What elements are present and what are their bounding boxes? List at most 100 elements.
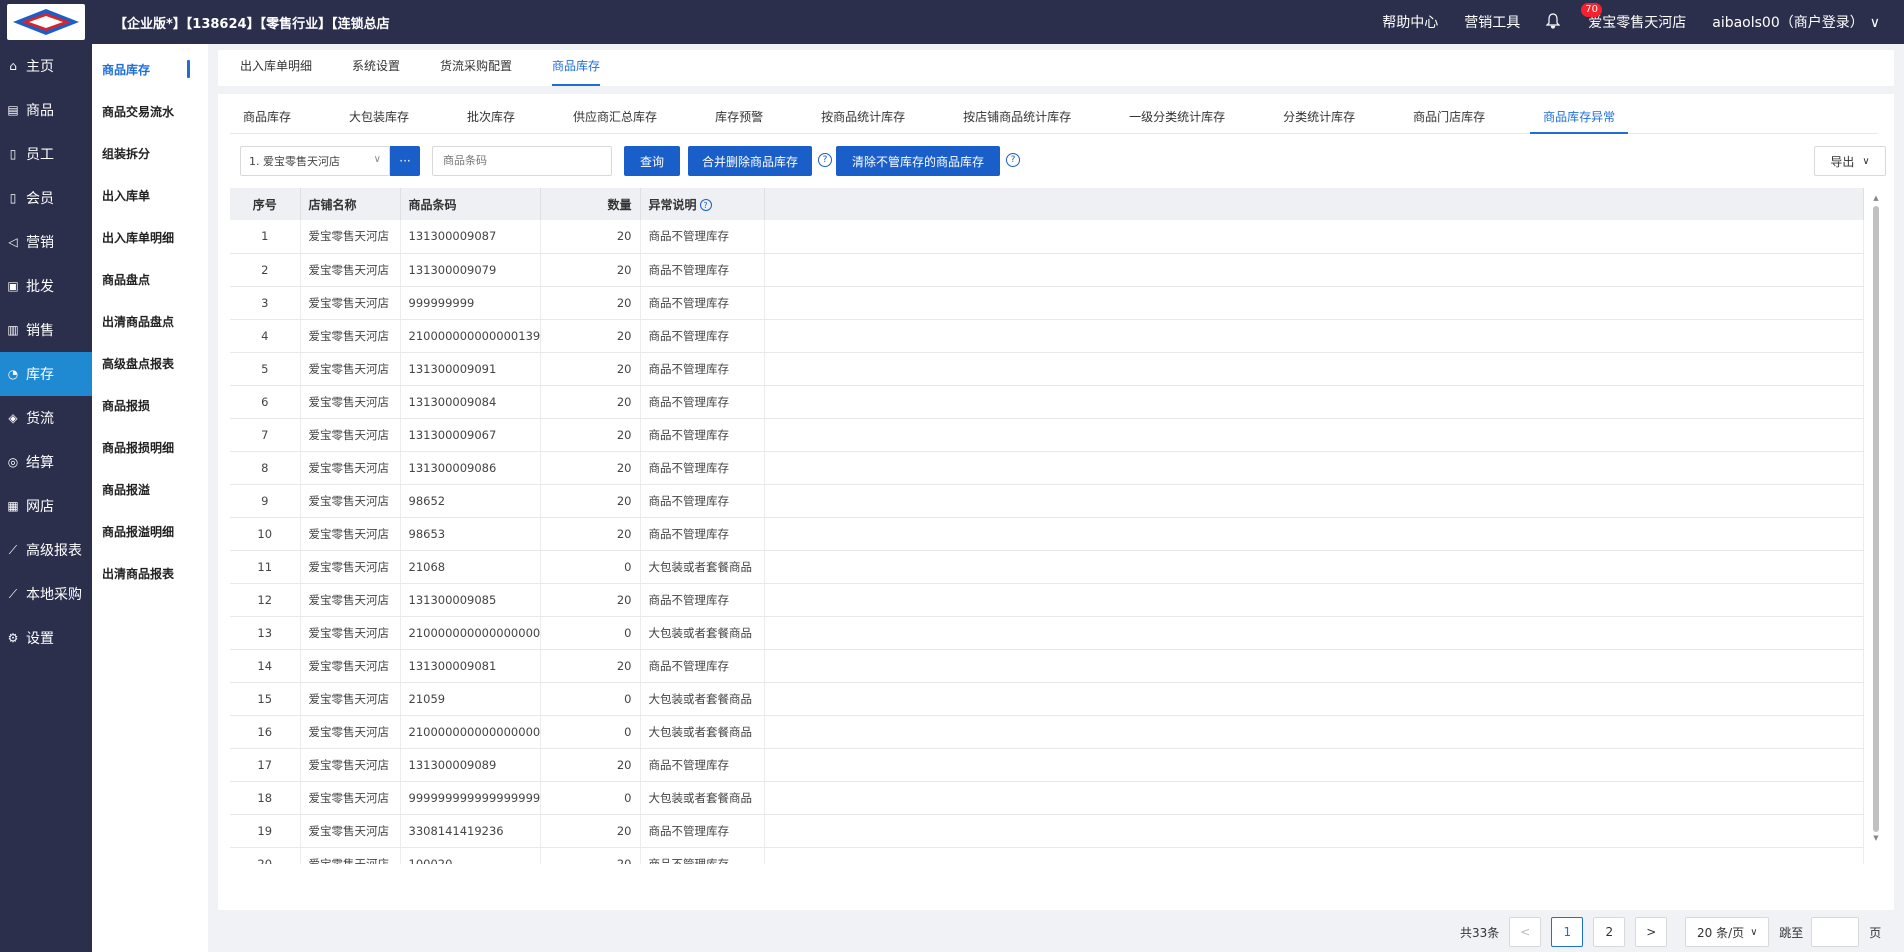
jump-page-input[interactable] — [1811, 917, 1860, 947]
table-row[interactable]: 10 爱宝零售天河店 98653 20 商品不管理库存 — [230, 517, 1864, 551]
table-row[interactable]: 20 爱宝零售天河店 100020 20 商品不管理库存 — [230, 847, 1864, 864]
sidebar-item-7[interactable]: ◔ 库存 — [0, 352, 92, 396]
sidebar-item-4[interactable]: ◁ 营销 — [0, 220, 92, 264]
sidebar-item-1[interactable]: ▤ 商品 — [0, 88, 92, 132]
table-row[interactable]: 4 爱宝零售天河店 210000000000000139 20 商品不管理库存 — [230, 319, 1864, 353]
row-quantity: 20 — [540, 847, 641, 864]
submenu-item[interactable]: 出清商品报表 — [92, 552, 208, 594]
sidebar-item-6[interactable]: ▥ 销售 — [0, 308, 92, 352]
sidebar-item-8[interactable]: ◈ 货流 — [0, 396, 92, 440]
page-tab[interactable]: 商品库存 — [552, 50, 601, 86]
sub-tab[interactable]: 供应商汇总库存 — [560, 100, 670, 133]
sub-tab[interactable]: 一级分类统计库存 — [1116, 100, 1238, 133]
sidebar-item-9[interactable]: ◎ 结算 — [0, 440, 92, 484]
help-center-link[interactable]: 帮助中心 — [1382, 12, 1438, 32]
clear-unmanaged-button[interactable]: 清除不管库存的商品库存 — [836, 146, 1000, 176]
table-row[interactable]: 17 爱宝零售天河店 131300009089 20 商品不管理库存 — [230, 748, 1864, 782]
table-row[interactable]: 6 爱宝零售天河店 131300009084 20 商品不管理库存 — [230, 385, 1864, 419]
scroll-up-arrow-icon[interactable]: ▲ — [1872, 194, 1880, 202]
table-row[interactable]: 16爱宝零售天河店21000000000000000000000030大包装或者… — [230, 715, 1864, 749]
notification-bell-icon[interactable]: 70 — [1545, 3, 1602, 31]
submenu-item[interactable]: 商品交易流水 — [92, 90, 208, 132]
scroll-thumb[interactable] — [1873, 206, 1879, 832]
store-select[interactable]: 1. 爱宝零售天河店 ∨ — [240, 146, 390, 176]
row-index: 3 — [230, 286, 301, 320]
row-index: 2 — [230, 253, 301, 287]
settlement-icon: ◎ — [7, 455, 19, 469]
submenu-item[interactable]: 出清商品盘点 — [92, 300, 208, 342]
sidebar-item-13[interactable]: ⚙ 设置 — [0, 616, 92, 660]
submenu-item[interactable]: 商品报损 — [92, 384, 208, 426]
table-row[interactable]: 12 爱宝零售天河店 131300009085 20 商品不管理库存 — [230, 583, 1864, 617]
sidebar-item-11[interactable]: ⟋ 高级报表 — [0, 528, 92, 572]
page-2-button[interactable]: 2 — [1593, 917, 1626, 947]
table-row[interactable]: 5 爱宝零售天河店 131300009091 20 商品不管理库存 — [230, 352, 1864, 386]
table-row[interactable]: 1 爱宝零售天河店 131300009087 20 商品不管理库存 — [230, 220, 1864, 254]
store-more-button[interactable]: ··· — [390, 146, 420, 176]
table-row[interactable]: 15 爱宝零售天河店 21059 0 大包装或者套餐商品 — [230, 682, 1864, 716]
submenu-item[interactable]: 商品报溢明细 — [92, 510, 208, 552]
sub-tab[interactable]: 商品库存异常 — [1530, 100, 1629, 134]
shop-icon: ▦ — [7, 499, 19, 513]
table-row[interactable]: 19 爱宝零售天河店 3308141419236 20 商品不管理库存 — [230, 814, 1864, 848]
clear-help-icon[interactable]: ? — [1006, 153, 1020, 167]
sidebar-item-2[interactable]: ▯ 员工 — [0, 132, 92, 176]
submenu-item[interactable]: 出入库单 — [92, 174, 208, 216]
scroll-down-arrow-icon[interactable]: ▼ — [1872, 834, 1880, 842]
submenu-item[interactable]: 组装拆分 — [92, 132, 208, 174]
submenu-item[interactable]: 高级盘点报表 — [92, 342, 208, 384]
table-row[interactable]: 9 爱宝零售天河店 98652 20 商品不管理库存 — [230, 484, 1864, 518]
sub-tab[interactable]: 商品库存 — [230, 100, 304, 133]
barcode-input[interactable] — [432, 146, 612, 176]
table-scrollbar[interactable]: ▲ ▼ — [1872, 194, 1880, 842]
submenu-item[interactable]: 商品报损明细 — [92, 426, 208, 468]
sidebar-item-5[interactable]: ▣ 批发 — [0, 264, 92, 308]
page-tab[interactable]: 货流采购配置 — [440, 50, 512, 86]
sidebar-item-12[interactable]: ⟋ 本地采购 — [0, 572, 92, 616]
row-barcode: 131300009089 — [400, 748, 541, 782]
page-1-button[interactable]: 1 — [1551, 917, 1584, 947]
user-menu[interactable]: aibaols00（商户登录） ∨ — [1712, 12, 1880, 32]
aibao-logo[interactable] — [0, 0, 92, 44]
sub-tab[interactable]: 库存预警 — [702, 100, 776, 133]
row-index: 5 — [230, 352, 301, 386]
table-row[interactable]: 18爱宝零售天河店99999999999999999999999990大包装或者… — [230, 781, 1864, 815]
page-tab[interactable]: 系统设置 — [352, 50, 400, 86]
current-store-name[interactable]: 爱宝零售天河店 — [1588, 12, 1686, 32]
table-row[interactable]: 2 爱宝零售天河店 131300009079 20 商品不管理库存 — [230, 253, 1864, 287]
merge-help-icon[interactable]: ? — [818, 153, 832, 167]
page-tab[interactable]: 出入库单明细 — [240, 50, 312, 86]
sub-tab[interactable]: 按商品统计库存 — [808, 100, 918, 133]
sidebar-item-0[interactable]: ⌂ 主页 — [0, 44, 92, 88]
query-button[interactable]: 查询 — [624, 146, 680, 176]
row-barcode: 131300009084 — [400, 385, 541, 419]
sub-tab[interactable]: 批次库存 — [454, 100, 528, 133]
sub-tab[interactable]: 大包装库存 — [336, 100, 422, 133]
merge-delete-button[interactable]: 合并删除商品库存 — [688, 146, 812, 176]
next-page-button[interactable]: > — [1635, 917, 1668, 947]
table-row[interactable]: 3 爱宝零售天河店 999999999 20 商品不管理库存 — [230, 286, 1864, 320]
sidebar-item-label: 员工 — [26, 147, 54, 163]
exception-help-icon[interactable]: ? — [699, 199, 712, 211]
page-size-select[interactable]: 20 条/页 ∨ — [1685, 917, 1770, 947]
submenu-item[interactable]: 出入库单明细 — [92, 216, 208, 258]
submenu-item[interactable]: 商品库存 — [92, 48, 208, 90]
prev-page-button[interactable]: < — [1509, 917, 1542, 947]
table-row[interactable]: 14 爱宝零售天河店 131300009081 20 商品不管理库存 — [230, 649, 1864, 683]
submenu-item[interactable]: 商品报溢 — [92, 468, 208, 510]
sub-tab[interactable]: 按店铺商品统计库存 — [950, 100, 1084, 133]
marketing-tools-link[interactable]: 营销工具 — [1464, 12, 1520, 32]
sub-tab[interactable]: 分类统计库存 — [1270, 100, 1368, 133]
submenu-item[interactable]: 商品盘点 — [92, 258, 208, 300]
row-index: 9 — [230, 484, 301, 518]
table-row[interactable]: 11 爱宝零售天河店 21068 0 大包装或者套餐商品 — [230, 550, 1864, 584]
table-row[interactable]: 7 爱宝零售天河店 131300009067 20 商品不管理库存 — [230, 418, 1864, 452]
table-row[interactable]: 8 爱宝零售天河店 131300009086 20 商品不管理库存 — [230, 451, 1864, 485]
sub-tab[interactable]: 商品门店库存 — [1400, 100, 1498, 133]
export-button[interactable]: 导出 ∨ — [1814, 146, 1886, 176]
row-quantity: 0 — [540, 550, 641, 584]
sidebar-item-10[interactable]: ▦ 网店 — [0, 484, 92, 528]
sidebar-item-3[interactable]: ▯ 会员 — [0, 176, 92, 220]
pagination: 共33条 < 1 2 > 20 条/页 ∨ 跳至 页 — [1460, 916, 1881, 948]
table-row[interactable]: 13爱宝零售天河店21000000000000000000000010大包装或者… — [230, 616, 1864, 650]
